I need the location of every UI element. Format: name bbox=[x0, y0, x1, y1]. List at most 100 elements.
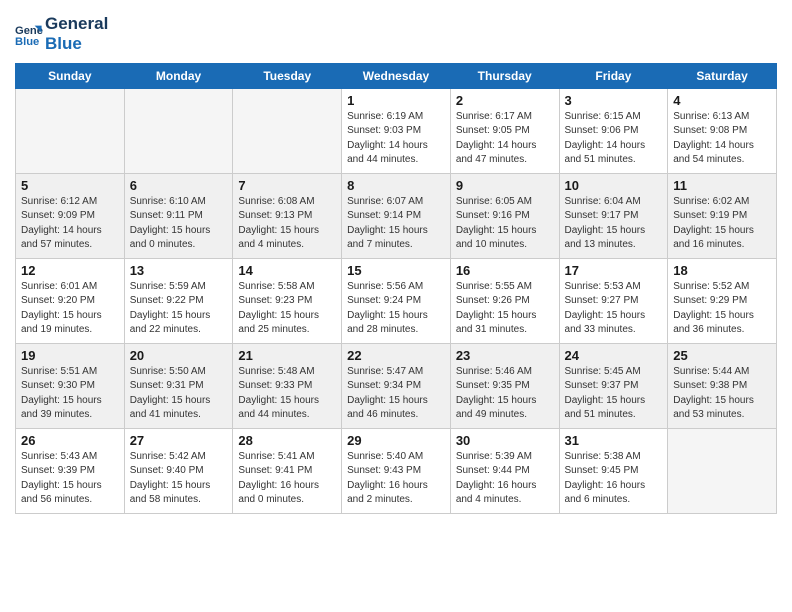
day-number: 25 bbox=[673, 348, 771, 363]
day-number: 3 bbox=[565, 93, 663, 108]
calendar-table: SundayMondayTuesdayWednesdayThursdayFrid… bbox=[15, 63, 777, 514]
cell-info: Sunrise: 6:02 AMSunset: 9:19 PMDaylight:… bbox=[673, 195, 771, 253]
calendar-cell: 29 Sunrise: 5:40 AMSunset: 9:43 PMDayligh… bbox=[342, 428, 451, 513]
cell-info: Sunrise: 5:43 AMSunset: 9:39 PMDaylight:… bbox=[21, 450, 119, 508]
cell-info: Sunrise: 6:13 AMSunset: 9:08 PMDaylight:… bbox=[673, 110, 771, 168]
day-number: 19 bbox=[21, 348, 119, 363]
cell-info: Sunrise: 5:52 AMSunset: 9:29 PMDaylight:… bbox=[673, 280, 771, 338]
day-number: 18 bbox=[673, 263, 771, 278]
calendar-cell: 3 Sunrise: 6:15 AMSunset: 9:06 PMDaylight… bbox=[559, 88, 668, 173]
cell-info: Sunrise: 6:19 AMSunset: 9:03 PMDaylight:… bbox=[347, 110, 445, 168]
day-number: 21 bbox=[238, 348, 336, 363]
calendar-cell: 19 Sunrise: 5:51 AMSunset: 9:30 PMDayligh… bbox=[16, 343, 125, 428]
calendar-cell: 31 Sunrise: 5:38 AMSunset: 9:45 PMDayligh… bbox=[559, 428, 668, 513]
calendar-cell bbox=[16, 88, 125, 173]
calendar-cell: 22 Sunrise: 5:47 AMSunset: 9:34 PMDayligh… bbox=[342, 343, 451, 428]
calendar-cell: 21 Sunrise: 5:48 AMSunset: 9:33 PMDayligh… bbox=[233, 343, 342, 428]
svg-text:Blue: Blue bbox=[15, 37, 39, 49]
day-header-sunday: Sunday bbox=[16, 63, 125, 88]
day-number: 12 bbox=[21, 263, 119, 278]
page-header: General Blue General Blue bbox=[15, 10, 777, 55]
calendar-cell: 28 Sunrise: 5:41 AMSunset: 9:41 PMDayligh… bbox=[233, 428, 342, 513]
day-number: 20 bbox=[130, 348, 228, 363]
logo-general: General bbox=[45, 14, 108, 34]
day-number: 22 bbox=[347, 348, 445, 363]
calendar-cell: 27Sunrise: 5:42 AMSunset: 9:40 PMDayligh… bbox=[124, 428, 233, 513]
day-number: 5 bbox=[21, 178, 119, 193]
day-number: 4 bbox=[673, 93, 771, 108]
logo: General Blue General Blue bbox=[15, 14, 108, 55]
cell-info: Sunrise: 6:01 AMSunset: 9:20 PMDaylight:… bbox=[21, 280, 119, 338]
week-row-5: 26 Sunrise: 5:43 AMSunset: 9:39 PMDayligh… bbox=[16, 428, 777, 513]
calendar-cell: 17 Sunrise: 5:53 AMSunset: 9:27 PMDayligh… bbox=[559, 258, 668, 343]
day-number: 10 bbox=[565, 178, 663, 193]
calendar-cell: 6 Sunrise: 6:10 AMSunset: 9:11 PMDaylight… bbox=[124, 173, 233, 258]
cell-info: Sunrise: 5:40 AMSunset: 9:43 PMDaylight:… bbox=[347, 450, 445, 508]
calendar-cell: 2Sunrise: 6:17 AMSunset: 9:05 PMDaylight… bbox=[450, 88, 559, 173]
calendar-cell: 5 Sunrise: 6:12 AMSunset: 9:09 PMDaylight… bbox=[16, 173, 125, 258]
calendar-cell bbox=[668, 428, 777, 513]
cell-info: Sunrise: 5:55 AMSunset: 9:26 PMDaylight:… bbox=[456, 280, 554, 338]
header-row: SundayMondayTuesdayWednesdayThursdayFrid… bbox=[16, 63, 777, 88]
day-number: 29 bbox=[347, 433, 445, 448]
day-number: 31 bbox=[565, 433, 663, 448]
day-number: 8 bbox=[347, 178, 445, 193]
week-row-2: 5 Sunrise: 6:12 AMSunset: 9:09 PMDaylight… bbox=[16, 173, 777, 258]
cell-info: Sunrise: 6:12 AMSunset: 9:09 PMDaylight:… bbox=[21, 195, 119, 253]
calendar-cell bbox=[124, 88, 233, 173]
day-number: 2 bbox=[456, 93, 554, 108]
cell-info: Sunrise: 6:04 AMSunset: 9:17 PMDaylight:… bbox=[565, 195, 663, 253]
cell-info: Sunrise: 6:07 AMSunset: 9:14 PMDaylight:… bbox=[347, 195, 445, 253]
day-number: 9 bbox=[456, 178, 554, 193]
calendar-cell: 18 Sunrise: 5:52 AMSunset: 9:29 PMDayligh… bbox=[668, 258, 777, 343]
calendar-cell: 26 Sunrise: 5:43 AMSunset: 9:39 PMDayligh… bbox=[16, 428, 125, 513]
cell-info: Sunrise: 5:45 AMSunset: 9:37 PMDaylight:… bbox=[565, 365, 663, 423]
calendar-cell: 7Sunrise: 6:08 AMSunset: 9:13 PMDaylight… bbox=[233, 173, 342, 258]
calendar-cell: 10 Sunrise: 6:04 AMSunset: 9:17 PMDayligh… bbox=[559, 173, 668, 258]
cell-info: Sunrise: 5:47 AMSunset: 9:34 PMDaylight:… bbox=[347, 365, 445, 423]
day-number: 24 bbox=[565, 348, 663, 363]
day-number: 15 bbox=[347, 263, 445, 278]
calendar-cell: 8 Sunrise: 6:07 AMSunset: 9:14 PMDaylight… bbox=[342, 173, 451, 258]
day-number: 17 bbox=[565, 263, 663, 278]
calendar-cell: 25 Sunrise: 5:44 AMSunset: 9:38 PMDayligh… bbox=[668, 343, 777, 428]
day-header-monday: Monday bbox=[124, 63, 233, 88]
day-header-thursday: Thursday bbox=[450, 63, 559, 88]
cell-info: Sunrise: 6:10 AMSunset: 9:11 PMDaylight:… bbox=[130, 195, 228, 253]
cell-info: Sunrise: 5:38 AMSunset: 9:45 PMDaylight:… bbox=[565, 450, 663, 508]
calendar-cell: 14 Sunrise: 5:58 AMSunset: 9:23 PMDayligh… bbox=[233, 258, 342, 343]
day-number: 13 bbox=[130, 263, 228, 278]
calendar-cell: 4 Sunrise: 6:13 AMSunset: 9:08 PMDaylight… bbox=[668, 88, 777, 173]
day-number: 28 bbox=[238, 433, 336, 448]
calendar-cell: 24 Sunrise: 5:45 AMSunset: 9:37 PMDayligh… bbox=[559, 343, 668, 428]
day-number: 6 bbox=[130, 178, 228, 193]
calendar-cell: 30Sunrise: 5:39 AMSunset: 9:44 PMDayligh… bbox=[450, 428, 559, 513]
cell-info: Sunrise: 5:41 AMSunset: 9:41 PMDaylight:… bbox=[238, 450, 336, 508]
day-header-wednesday: Wednesday bbox=[342, 63, 451, 88]
cell-info: Sunrise: 6:15 AMSunset: 9:06 PMDaylight:… bbox=[565, 110, 663, 168]
calendar-cell: 9Sunrise: 6:05 AMSunset: 9:16 PMDaylight… bbox=[450, 173, 559, 258]
cell-info: Sunrise: 5:48 AMSunset: 9:33 PMDaylight:… bbox=[238, 365, 336, 423]
cell-info: Sunrise: 5:46 AMSunset: 9:35 PMDaylight:… bbox=[456, 365, 554, 423]
calendar-cell: 11Sunrise: 6:02 AMSunset: 9:19 PMDayligh… bbox=[668, 173, 777, 258]
calendar-cell: 15Sunrise: 5:56 AMSunset: 9:24 PMDayligh… bbox=[342, 258, 451, 343]
logo-icon: General Blue bbox=[15, 20, 43, 48]
cell-info: Sunrise: 5:51 AMSunset: 9:30 PMDaylight:… bbox=[21, 365, 119, 423]
cell-info: Sunrise: 5:53 AMSunset: 9:27 PMDaylight:… bbox=[565, 280, 663, 338]
day-header-friday: Friday bbox=[559, 63, 668, 88]
day-number: 14 bbox=[238, 263, 336, 278]
week-row-3: 12 Sunrise: 6:01 AMSunset: 9:20 PMDayligh… bbox=[16, 258, 777, 343]
calendar-cell: 1Sunrise: 6:19 AMSunset: 9:03 PMDaylight… bbox=[342, 88, 451, 173]
calendar-cell: 20Sunrise: 5:50 AMSunset: 9:31 PMDayligh… bbox=[124, 343, 233, 428]
calendar-cell bbox=[233, 88, 342, 173]
week-row-1: 1Sunrise: 6:19 AMSunset: 9:03 PMDaylight… bbox=[16, 88, 777, 173]
cell-info: Sunrise: 5:44 AMSunset: 9:38 PMDaylight:… bbox=[673, 365, 771, 423]
cell-info: Sunrise: 5:39 AMSunset: 9:44 PMDaylight:… bbox=[456, 450, 554, 508]
day-header-saturday: Saturday bbox=[668, 63, 777, 88]
cell-info: Sunrise: 5:59 AMSunset: 9:22 PMDaylight:… bbox=[130, 280, 228, 338]
calendar-cell: 16Sunrise: 5:55 AMSunset: 9:26 PMDayligh… bbox=[450, 258, 559, 343]
day-number: 26 bbox=[21, 433, 119, 448]
logo-blue: Blue bbox=[45, 34, 108, 54]
day-number: 7 bbox=[238, 178, 336, 193]
cell-info: Sunrise: 5:58 AMSunset: 9:23 PMDaylight:… bbox=[238, 280, 336, 338]
